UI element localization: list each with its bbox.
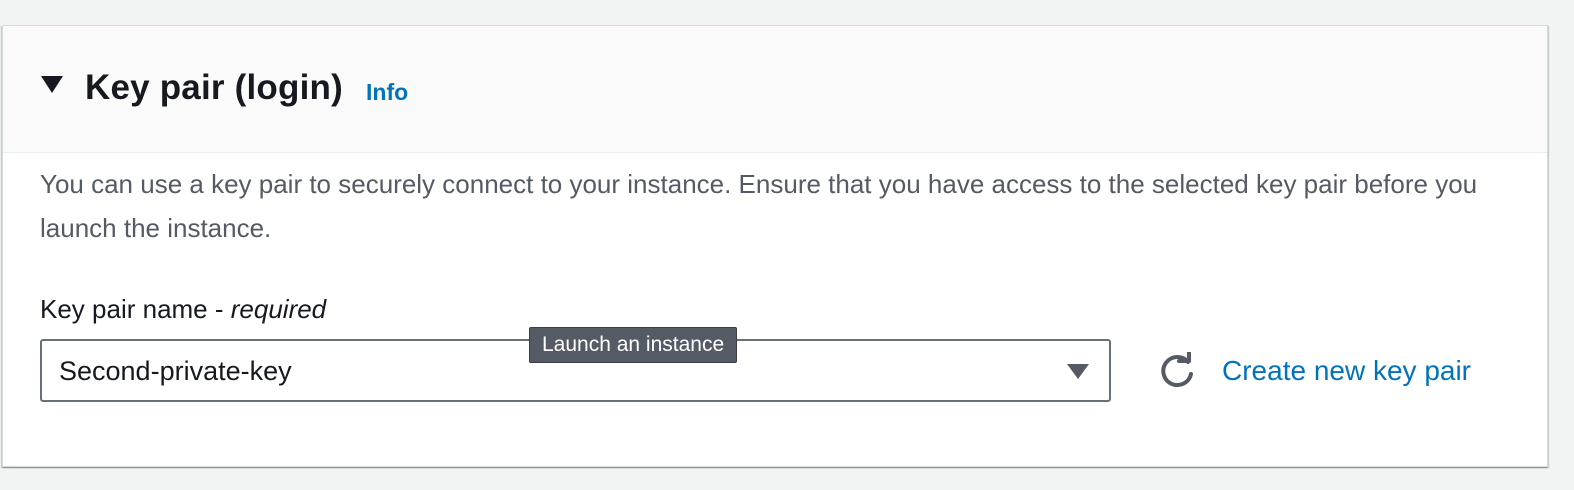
- section-title: Key pair (login): [85, 68, 343, 107]
- info-link[interactable]: Info: [366, 78, 408, 106]
- refresh-icon[interactable]: [1158, 352, 1196, 390]
- field-label-text: Key pair name -: [40, 294, 231, 324]
- section-description: You can use a key pair to securely conne…: [40, 169, 1478, 243]
- panel-header[interactable]: Key pair (login) Info: [3, 26, 1547, 153]
- expand-caret-icon[interactable]: [41, 76, 63, 93]
- required-label: required: [230, 294, 327, 324]
- create-key-pair-link[interactable]: Create new key pair: [1222, 353, 1471, 389]
- tooltip: Launch an instance: [529, 327, 738, 363]
- key-pair-name-label: Key pair name - required: [40, 292, 326, 326]
- caret-down-icon: [1067, 364, 1089, 379]
- selected-key-pair: Second-private-key: [59, 356, 292, 386]
